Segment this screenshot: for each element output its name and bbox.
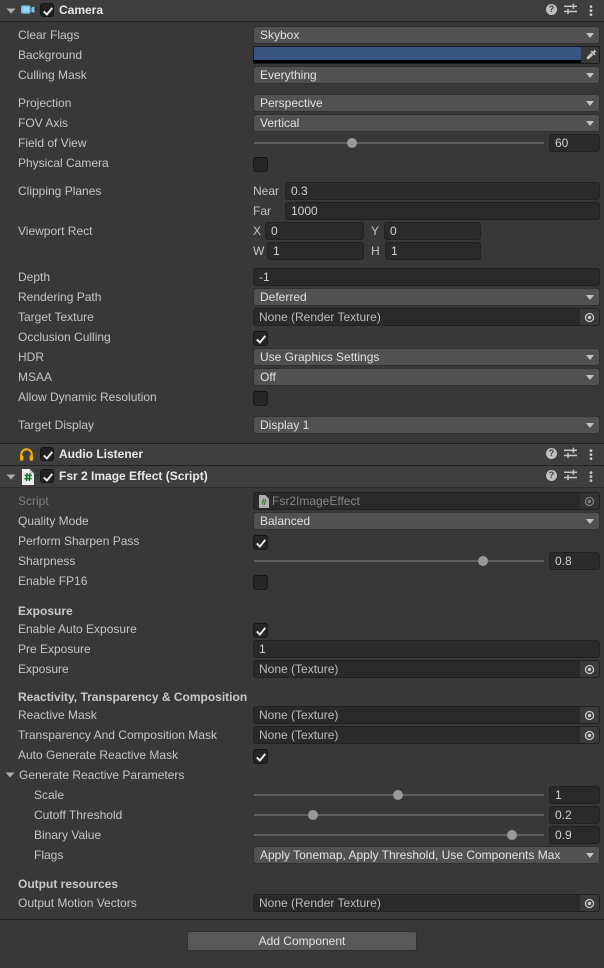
svg-text:#: # <box>261 497 266 507</box>
